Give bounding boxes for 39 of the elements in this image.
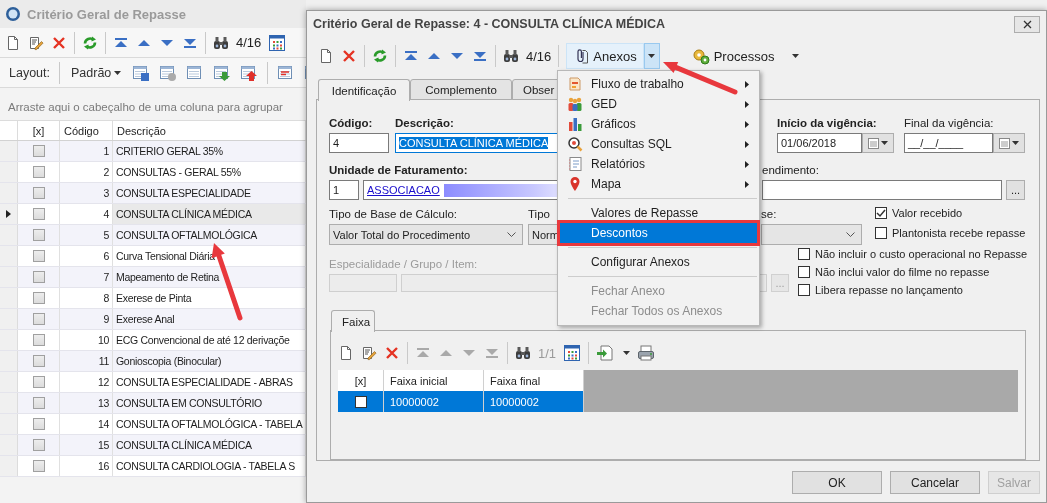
table-cell: 8 [60,288,113,308]
record-counter: 4/16 [526,48,552,64]
table-cell: 10000002 [384,391,484,412]
checkbox-label: Libera repasse no lançamento [815,284,963,296]
table-cell: 5 [60,225,113,245]
table-cell: 6 [60,246,113,266]
field-label: Descrição: [395,116,454,131]
table-cell: 12 [60,372,113,392]
table-cell: 3 [60,183,113,203]
field-label: Tipo [528,207,550,222]
table-cell: 2 [60,162,113,182]
table-cell: 13 [60,393,113,413]
field-label: Tipo de Base de Cálculo: [329,207,458,222]
field-label: Unidade de Faturamento: [329,163,468,178]
field-label: endimento: [762,163,819,178]
table-cell: 10 [60,330,113,350]
field-label: Início da vigência: [777,116,877,131]
field-label: se: [761,207,777,222]
record-counter: 1/1 [538,345,557,361]
table-cell: 9 [60,309,113,329]
field-label: Final da vigência: [904,116,994,131]
checkbox-label: Não incluir o custo operacional no Repasse [815,248,1028,260]
table-cell: 10000002 [484,391,584,412]
table-cell: 7 [60,267,113,287]
table-cell: 16 [60,456,113,476]
field-label: Código: [329,116,373,131]
record-counter: 4/16 [236,35,262,50]
table-cell: 14 [60,414,113,434]
table-cell: 1 [60,141,113,161]
field-label: Especialidade / Grupo / Item: [329,257,478,272]
window-title: Critério Geral de Repasse [27,6,186,22]
layout-label: Layout: [9,65,50,80]
table-cell: 11 [60,351,113,371]
checkbox-label: Valor recebido [892,207,963,219]
dialog-title: Critério Geral de Repasse: 4 - CONSULTA CLÍNICA MÉDICA [313,17,666,31]
table-cell: 15 [60,435,113,455]
checkbox-label: Não inclui valor do filme no repasse [815,266,990,278]
checkbox-label: Plantonista recebe repasse [892,227,1026,239]
table-cell: CONSULTA CLÍNICA MÉDICA [113,204,306,224]
